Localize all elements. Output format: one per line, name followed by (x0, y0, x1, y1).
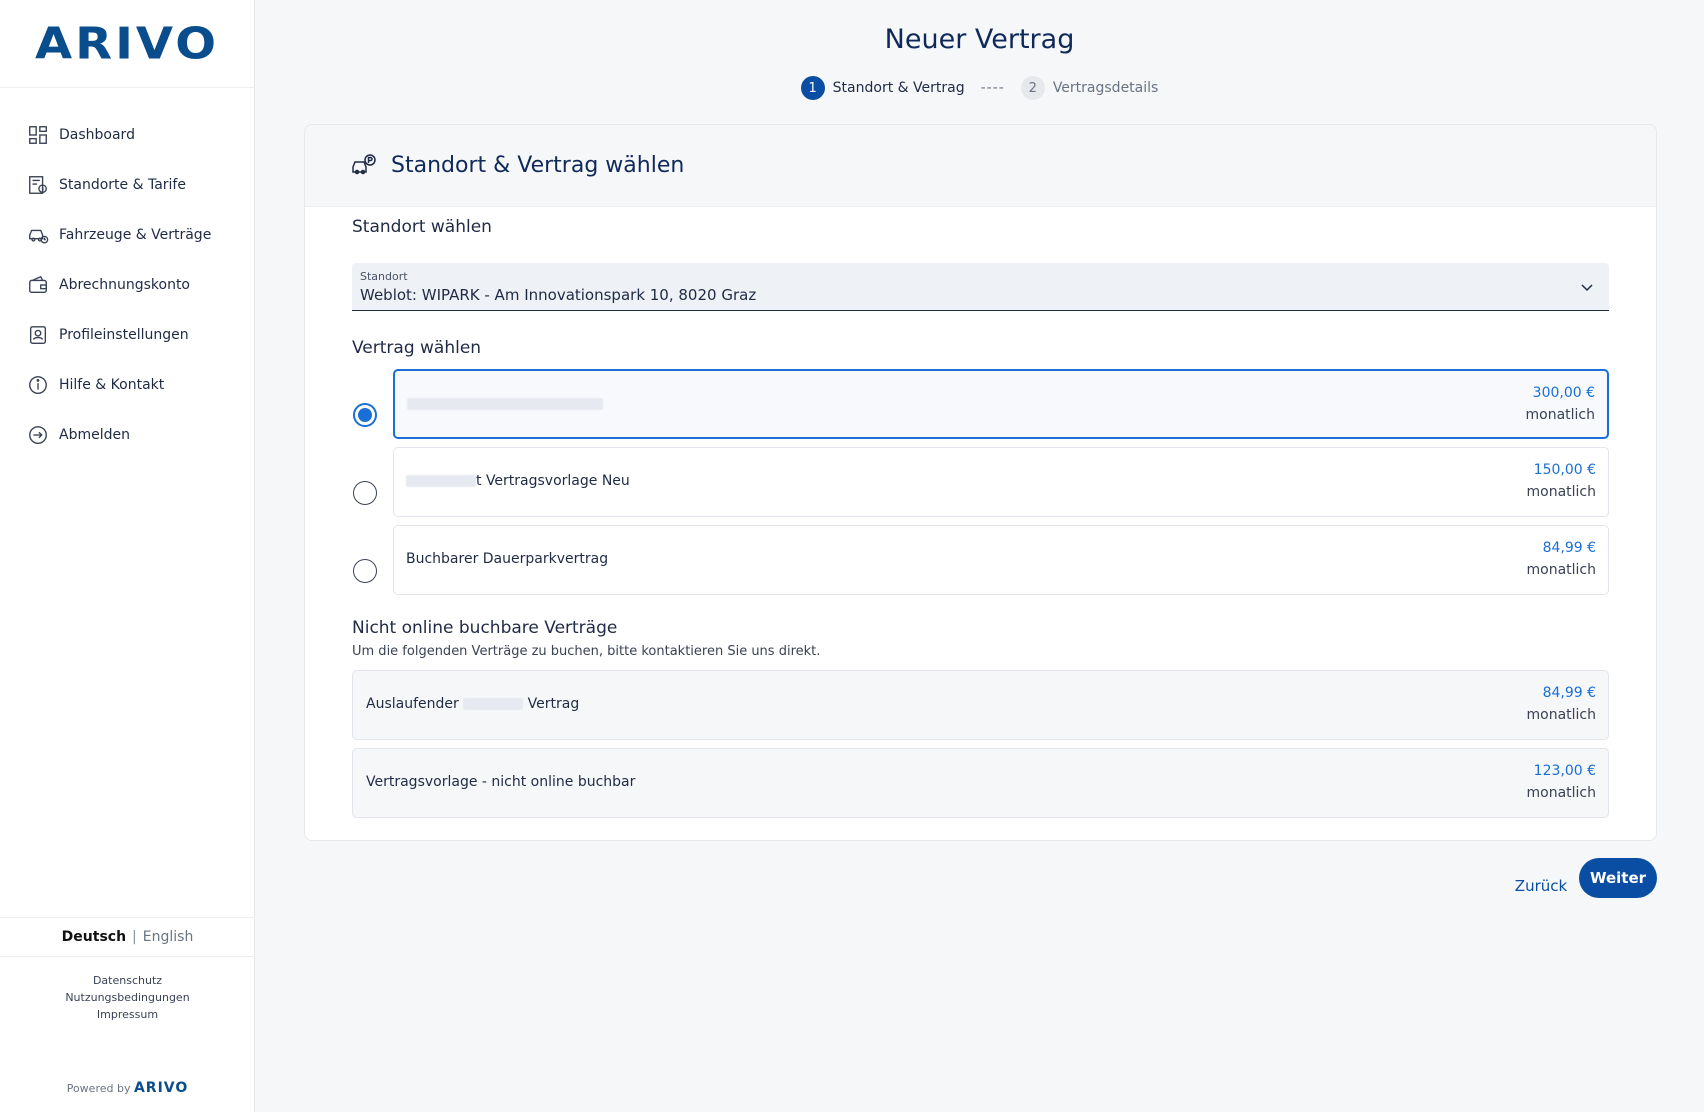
contract-price: 123,00 € (1533, 763, 1596, 779)
privacy-link[interactable]: Datenschutz (0, 972, 255, 989)
step-1-number: 1 (800, 76, 825, 100)
contract-price: 150,00 € (1533, 462, 1596, 478)
not-bookable-item-1: Auslaufender Vertrag 84,99 € monatlich (352, 670, 1609, 740)
contract-card: Standort & Vertrag wählen Standort wähle… (304, 124, 1657, 841)
lang-de[interactable]: Deutsch (62, 929, 126, 945)
contract-price: 84,99 € (1542, 540, 1596, 556)
contract-radio-1[interactable] (353, 403, 377, 427)
step-divider: ---- (980, 80, 1005, 96)
car-parking-icon (352, 153, 376, 174)
car-contract-icon (29, 229, 49, 244)
not-bookable-section-title: Nicht online buchbare Verträge (352, 618, 618, 638)
next-button[interactable]: Weiter (1579, 858, 1657, 898)
step-1-label: Standort & Vertrag (832, 80, 965, 96)
logout-icon (29, 426, 47, 444)
sidebar: ARIVO Dashboard Standorte & Tarife Fahrz… (0, 0, 255, 1112)
lang-separator: | (132, 929, 137, 945)
wallet-icon (29, 275, 47, 294)
sidebar-item-logout[interactable]: Abmelden (0, 410, 254, 460)
step-2-label: Vertragsdetails (1052, 80, 1159, 96)
sidebar-item-label: Standorte & Tarife (59, 177, 186, 193)
contract-option-3[interactable]: Buchbarer Dauerparkvertrag 84,99 € monat… (393, 525, 1609, 595)
redacted-text (406, 475, 476, 487)
not-bookable-note: Um die folgenden Verträge zu buchen, bit… (352, 644, 821, 659)
powered-brand: ARIVO (133, 1080, 189, 1096)
sidebar-item-label: Fahrzeuge & Verträge (59, 227, 212, 243)
location-select-label: Standort (360, 270, 408, 283)
sidebar-item-help[interactable]: Hilfe & Kontakt (0, 360, 254, 410)
step-2-number: 2 (1020, 76, 1045, 100)
sidebar-item-label: Abrechnungskonto (59, 277, 190, 293)
card-header: Standort & Vertrag wählen (305, 125, 1656, 207)
page-title: Neuer Vertrag (884, 24, 1075, 55)
lang-en[interactable]: English (143, 929, 194, 945)
contract-period: monatlich (1525, 407, 1596, 423)
locations-icon (29, 176, 47, 194)
location-section-title: Standort wählen (352, 217, 492, 237)
sidebar-item-profile[interactable]: Profileinstellungen (0, 310, 254, 360)
sidebar-item-locations[interactable]: Standorte & Tarife (0, 160, 254, 210)
contract-option-2[interactable]: t Vertragsvorlage Neu 150,00 € monatlich (393, 447, 1609, 517)
info-icon (29, 376, 47, 394)
sidebar-item-label: Hilfe & Kontakt (59, 377, 165, 393)
contract-period: monatlich (1526, 707, 1597, 723)
contract-period: monatlich (1526, 484, 1597, 500)
sidebar-item-billing[interactable]: Abrechnungskonto (0, 260, 254, 310)
chevron-down-icon (1581, 284, 1593, 292)
sidebar-nav: Dashboard Standorte & Tarife Fahrzeuge &… (0, 88, 254, 460)
contract-name: t Vertragsvorlage Neu (406, 473, 630, 489)
contract-price: 300,00 € (1532, 385, 1595, 401)
contract-name (407, 396, 603, 412)
profile-icon (29, 326, 47, 344)
stepper: 1 Standort & Vertrag ---- 2 Vertragsdeta… (255, 76, 1704, 100)
contract-option-1[interactable]: 300,00 € monatlich (393, 369, 1609, 439)
sidebar-item-label: Profileinstellungen (59, 327, 189, 343)
dashboard-icon (29, 126, 47, 144)
logo-text: ARIVO (34, 18, 220, 69)
sidebar-item-label: Dashboard (59, 127, 135, 143)
imprint-link[interactable]: Impressum (0, 1006, 255, 1023)
contract-period: monatlich (1526, 785, 1597, 801)
contract-name: Auslaufender Vertrag (366, 696, 580, 712)
back-button[interactable]: Zurück (1496, 866, 1586, 906)
terms-link[interactable]: Nutzungsbedingungen (0, 989, 255, 1006)
not-bookable-item-2: Vertragsvorlage - nicht online buchbar 1… (352, 748, 1609, 818)
card-title: Standort & Vertrag wählen (391, 153, 685, 178)
redacted-text (407, 398, 603, 410)
contract-radio-3[interactable] (353, 559, 377, 583)
language-switcher: Deutsch | English (0, 917, 255, 957)
powered-prefix: Powered by (66, 1082, 131, 1095)
contract-name: Buchbarer Dauerparkvertrag (406, 551, 609, 567)
contract-name: Vertragsvorlage - nicht online buchbar (366, 774, 636, 790)
redacted-text (463, 698, 524, 710)
contract-period: monatlich (1526, 562, 1597, 578)
sidebar-item-dashboard[interactable]: Dashboard (0, 110, 254, 160)
sidebar-item-vehicles[interactable]: Fahrzeuge & Verträge (0, 210, 254, 260)
powered-by: Powered by ARIVO (0, 1080, 255, 1096)
contract-radio-2[interactable] (353, 481, 377, 505)
location-select-value: Weblot: WIPARK - Am Innovationspark 10, … (360, 286, 757, 304)
logo[interactable]: ARIVO (0, 0, 254, 88)
location-select[interactable]: Standort Weblot: WIPARK - Am Innovations… (352, 263, 1609, 311)
legal-links: Datenschutz Nutzungsbedingungen Impressu… (0, 972, 255, 1023)
contract-price: 84,99 € (1542, 685, 1596, 701)
contract-section-title: Vertrag wählen (352, 338, 482, 358)
sidebar-item-label: Abmelden (59, 427, 130, 443)
